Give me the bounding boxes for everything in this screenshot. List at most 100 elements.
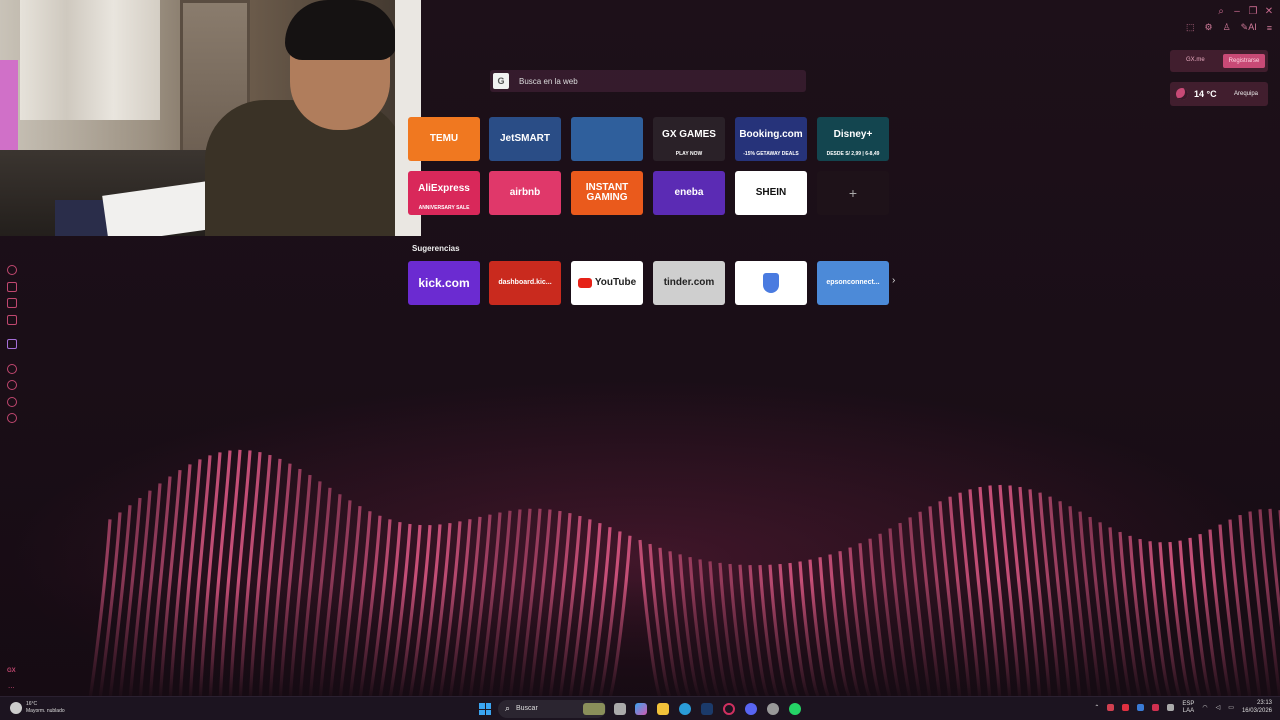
language-label: ESP [1182,700,1195,707]
taskbar-weather-desc: Mayorm. nublado [26,707,65,714]
menu-icon[interactable]: ≡ [1267,23,1272,33]
speed-dial-airbnb[interactable]: airbnb [489,171,561,215]
web-search-bar[interactable]: G Busca en la web [490,70,806,92]
suggestion-tinder[interactable]: tinder.com [653,261,725,305]
battery-icon[interactable]: ▭ [1228,704,1234,711]
language-indicator[interactable]: ESP LAA [1182,701,1194,715]
speed-dial-gx-games[interactable]: GX GAMES PLAY NOW [653,117,725,161]
speed-dial-instant-gaming[interactable]: INSTANT GAMING [571,171,643,215]
taskbar-search-label: Buscar [516,705,538,712]
suggestions-title: Sugerencias [412,244,460,253]
wifi-icon[interactable]: ◠ [1202,704,1207,711]
widgets-app-icon[interactable] [583,703,605,715]
suggestion-dashboard-kick[interactable]: dashboard.kic... [489,261,561,305]
suggestion-epsonconnect[interactable]: epsonconnect... [817,261,889,305]
search-icon: ⌕ [505,703,511,713]
edge-icon[interactable] [679,703,691,715]
account-icon[interactable]: ♙ [1223,22,1231,33]
start-icon[interactable] [479,703,491,715]
snapshot-icon[interactable]: ⬚ [1186,22,1195,33]
chrome-icon[interactable] [767,703,779,715]
easy-setup-icon[interactable]: ⚙ [1205,22,1213,33]
tile-label: TEMU [429,132,459,144]
webcam-overlay [0,0,421,236]
tile-label: AliExpress [418,182,470,194]
speed-dial-add-site[interactable]: + [817,171,889,215]
language-sub-label: LAA [1182,707,1195,714]
close-button[interactable]: ✕ [1264,6,1274,17]
suggestion-google-account[interactable] [735,261,807,305]
tile-sublabel: PLAY NOW [675,151,703,157]
mic-tray-icon[interactable] [1167,704,1175,712]
task-view-icon[interactable] [614,703,626,715]
clock[interactable]: 23:13 16/03/2026 [1242,700,1272,716]
search-input[interactable]: Busca en la web [519,77,578,86]
tile-label: kick.com [418,275,470,290]
search-tabs-icon[interactable]: ⌕ [1216,6,1226,17]
suggestion-kick[interactable]: kick.com [408,261,480,305]
speed-dial-jetsmart[interactable]: JetSMART [489,117,561,161]
speed-dial-temu[interactable]: TEMU [408,117,480,161]
speed-dial-world-of-warships[interactable] [571,117,643,161]
gx-account-widget: GX.me Registrarse [1170,50,1268,72]
weather-city: Arequipa [1234,91,1259,97]
instagram-icon[interactable] [7,314,17,325]
discord-icon[interactable] [745,703,757,715]
file-explorer-icon[interactable] [657,703,669,715]
youtube-play-icon [577,278,592,288]
volume-icon[interactable]: ◁ [1216,704,1221,711]
tile-label: eneba [674,186,704,198]
tile-label: Disney+ [833,128,873,140]
register-button[interactable]: Registrarse [1223,54,1265,68]
steam-icon[interactable] [701,703,713,715]
whatsapp-icon[interactable] [789,703,801,715]
speed-dial-shein[interactable]: SHEIN [735,171,807,215]
copilot-icon[interactable] [635,703,647,715]
gx-control-icon[interactable] [7,265,17,275]
sidebar [4,265,20,430]
tile-label: JetSMART [499,132,550,144]
speed-dial-aliexpress[interactable]: AliExpress ANNIVERSARY SALE [408,171,480,215]
window-controls: ⌕ – ❐ ✕ [1216,6,1274,17]
wallpaper-waves [0,449,1280,696]
weather-widget[interactable]: 14 °C Arequipa [1170,82,1268,106]
sidebar-more-icon[interactable]: ... [8,681,15,690]
speed-dial-disney-plus[interactable]: Disney+ DESDE S/ 2,99 | 6-8,49 [817,117,889,161]
ai-button[interactable]: ✎AI [1241,22,1257,33]
tile-label: tinder.com [663,276,715,288]
tile-label: dashboard.kic... [498,279,552,287]
recording-icon[interactable] [1122,704,1130,712]
app-tray-icon[interactable] [1152,704,1160,712]
history-icon[interactable] [7,380,17,390]
minimize-button[interactable]: – [1232,6,1242,17]
bluetooth-icon[interactable] [1137,704,1145,712]
taskbar: 16°C Mayorm. nublado ⌕ Buscar ⌃ ESP LAA … [0,696,1280,720]
clock-time: 23:13 [1256,700,1272,706]
tray-expand-icon[interactable]: ⌃ [1094,704,1099,711]
twitch-icon[interactable] [7,339,17,349]
extensions-icon[interactable] [7,396,17,407]
maximize-button[interactable]: ❐ [1248,6,1258,17]
browser-toolbar: ⬚ ⚙ ♙ ✎AI ≡ [1186,22,1272,33]
tile-label: GX GAMES [662,128,716,140]
player-icon[interactable] [7,363,17,374]
tile-sublabel: -15% GETAWAY DEALS [743,151,799,157]
gx-logo: GX [7,668,16,674]
settings-icon[interactable] [7,413,17,423]
shield-icon [763,273,779,293]
suggestion-youtube[interactable]: YouTube [571,261,643,305]
gx-cleaner-icon[interactable] [7,281,17,292]
speed-dial-booking[interactable]: Booking.com -15% GETAWAY DEALS [735,117,807,161]
messenger-icon[interactable] [7,298,17,308]
tile-label: epsonconnect... [826,279,880,287]
speed-dial-eneba[interactable]: eneba [653,171,725,215]
tile-label: airbnb [509,186,541,198]
taskbar-weather[interactable]: 16°C Mayorm. nublado [10,701,65,714]
weather-temp: 14 °C [1194,89,1217,99]
suggestions-next-icon[interactable]: › [892,275,895,286]
opera-gx-icon[interactable] [723,703,735,715]
wave-fade [0,580,1280,696]
moon-icon [1176,88,1188,100]
mic-icon[interactable] [1107,704,1115,712]
clock-date: 16/03/2026 [1241,707,1272,714]
